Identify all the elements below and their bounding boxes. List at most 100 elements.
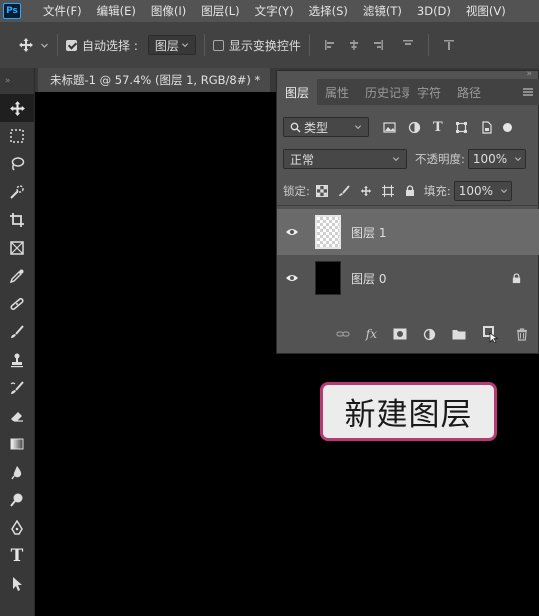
stamp-tool-icon [11, 353, 23, 368]
menu-select[interactable]: 选择(S) [309, 3, 348, 19]
opacity-input[interactable]: 100% [467, 149, 526, 169]
filter-pixel-icon[interactable] [383, 121, 396, 134]
menu-image[interactable]: 图像(I) [151, 3, 186, 19]
brush-tool[interactable] [0, 318, 34, 346]
move-tool[interactable] [0, 94, 34, 122]
new-layer-icon[interactable] [482, 325, 500, 343]
layer-thumbnail [315, 215, 341, 249]
tab-character[interactable]: 字符 [409, 79, 449, 105]
dodge-tool-icon [10, 493, 23, 507]
adjustment-icon[interactable] [423, 328, 436, 341]
dodge-tool[interactable] [0, 486, 34, 514]
layer-row-1[interactable]: 图层 1 [277, 209, 539, 255]
show-transform-checkbox[interactable]: 显示变换控件 [212, 37, 301, 54]
lasso-tool-icon [11, 157, 25, 171]
link-icon[interactable] [336, 329, 350, 339]
fx-icon[interactable]: fx [366, 327, 377, 341]
divider [308, 34, 310, 56]
path-select-tool[interactable] [0, 570, 34, 598]
move-tool-preset[interactable] [18, 37, 49, 53]
history-brush-tool[interactable] [0, 374, 34, 402]
eyedropper-tool[interactable] [0, 262, 34, 290]
lock-image-pixels-icon[interactable] [338, 185, 350, 197]
menu-filter[interactable]: 滤镜(T) [363, 3, 402, 19]
menu-layer[interactable]: 图层(L) [201, 3, 239, 19]
tab-properties[interactable]: 属性 [317, 79, 357, 105]
align-top-icon[interactable] [402, 39, 414, 51]
menu-bar: Ps 文件(F) 编辑(E) 图像(I) 图层(L) 文字(Y) 选择(S) 滤… [0, 0, 539, 22]
layer-name[interactable]: 图层 1 [351, 224, 386, 241]
opacity-label: 不透明度: [415, 152, 465, 166]
layer-row-0[interactable]: 图层 0 [277, 255, 539, 301]
trash-icon[interactable] [516, 327, 528, 341]
panel-collapse-icon[interactable]: » [526, 69, 532, 79]
blend-mode-dropdown[interactable]: 正常 [283, 149, 407, 169]
lock-icon [512, 272, 521, 283]
align-center-icon[interactable] [348, 39, 360, 51]
menu-3d[interactable]: 3D(D) [417, 4, 451, 18]
type-tool[interactable]: T [0, 542, 34, 570]
stamp-tool[interactable] [0, 346, 34, 374]
show-transform-label: 显示变换控件 [228, 38, 301, 53]
quick-select-tool[interactable] [0, 178, 34, 206]
filter-smart-object-icon[interactable] [480, 120, 493, 134]
auto-select-target-dropdown[interactable]: 图层 [147, 35, 196, 55]
check-icon [66, 39, 77, 51]
divider [427, 34, 429, 56]
document-tab[interactable]: 未标题-1 @ 57.4% (图层 1, RGB/8#) * [38, 68, 271, 92]
marquee-tool[interactable] [0, 122, 34, 150]
visibility-toggle[interactable] [279, 227, 305, 237]
filter-shape-icon[interactable] [455, 121, 468, 134]
search-icon [290, 122, 301, 133]
menu-file[interactable]: 文件(F) [43, 3, 82, 19]
opacity-value: 100% [472, 152, 508, 166]
gradient-tool[interactable] [0, 430, 34, 458]
visibility-toggle[interactable] [279, 273, 305, 283]
history-brush-tool-icon [10, 381, 24, 394]
distribute-icon[interactable] [443, 39, 455, 51]
tab-layers[interactable]: 图层 [277, 79, 318, 105]
pen-tool[interactable] [0, 514, 34, 542]
tab-paths[interactable]: 路径 [449, 79, 489, 105]
panel-menu-icon[interactable] [522, 79, 539, 105]
fill-label: 填充: [423, 184, 451, 198]
layer-name[interactable]: 图层 0 [351, 270, 386, 287]
auto-select-checkbox[interactable]: 自动选择 : [66, 37, 138, 54]
menu-edit[interactable]: 编辑(E) [97, 3, 136, 19]
blur-tool[interactable] [0, 458, 34, 486]
layer-filter-row: 类型 T [283, 117, 512, 137]
pen-tool-icon [11, 520, 23, 535]
lock-position-icon[interactable] [360, 185, 372, 197]
crop-tool[interactable] [0, 206, 34, 234]
lock-artboard-icon[interactable] [381, 185, 394, 197]
checkbox-box [212, 39, 224, 51]
mask-icon[interactable] [393, 328, 407, 340]
chevron-down-icon [181, 43, 188, 48]
blend-opacity-row: 正常 不透明度: 100% [283, 149, 526, 169]
eraser-tool[interactable] [0, 402, 34, 430]
path-select-tool-icon [13, 577, 22, 591]
group-folder-icon[interactable] [452, 329, 466, 340]
layer-filter-dropdown[interactable]: 类型 [283, 117, 369, 137]
filter-adjustment-icon[interactable] [408, 121, 421, 134]
menu-view[interactable]: 视图(V) [466, 3, 506, 19]
filter-toggle-icon[interactable] [502, 122, 512, 132]
align-left-icon[interactable] [324, 39, 336, 51]
type-tool-icon: T [10, 546, 24, 566]
align-right-icon[interactable] [372, 39, 384, 51]
collapse-arrows-icon[interactable]: » [0, 68, 34, 94]
lock-transparent-pixels-icon[interactable] [315, 185, 328, 197]
frame-tool[interactable] [0, 234, 34, 262]
filter-type-icon[interactable]: T [433, 120, 443, 135]
panel-tab-strip: 图层 属性 历史记录 字符 路径 [277, 79, 539, 105]
blend-mode-value: 正常 [290, 152, 315, 167]
fill-input[interactable]: 100% [453, 181, 512, 201]
healing-tool-icon [10, 298, 24, 310]
lock-all-icon[interactable] [404, 185, 416, 197]
healing-tool[interactable] [0, 290, 34, 318]
eraser-tool-icon [11, 412, 23, 422]
lasso-tool[interactable] [0, 150, 34, 178]
tab-history[interactable]: 历史记录 [357, 79, 409, 105]
menu-type[interactable]: 文字(Y) [255, 3, 294, 19]
chevron-down-icon [354, 125, 362, 130]
